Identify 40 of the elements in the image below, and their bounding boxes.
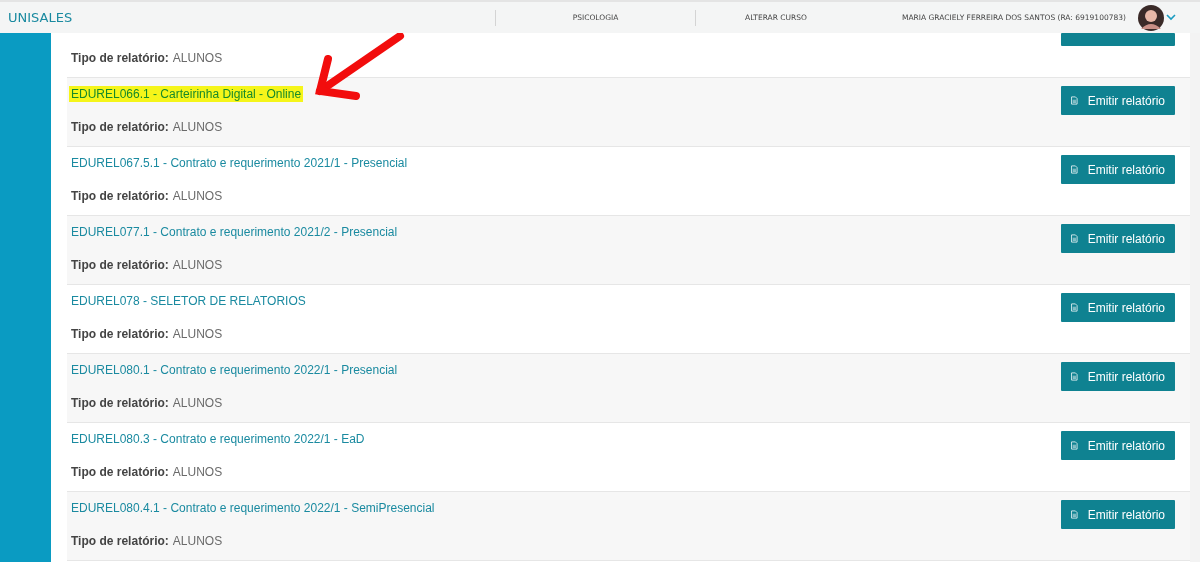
report-title-link[interactable]: EDUREL077.1 - Contrato e requerimento 2021/2 - Presencial (69, 224, 400, 240)
document-icon (1071, 300, 1078, 315)
document-icon (1071, 93, 1078, 108)
report-type-label: Tipo de relatório: (71, 51, 169, 65)
report-type-value: ALUNOS (172, 189, 223, 203)
document-icon (1071, 507, 1078, 522)
emit-report-button[interactable]: Emitir relatório (1061, 431, 1175, 460)
report-type-value: ALUNOS (172, 465, 223, 479)
report-type-label: Tipo de relatório: (71, 534, 169, 548)
report-type-label: Tipo de relatório: (71, 396, 169, 410)
report-type-value: ALUNOS (172, 258, 223, 272)
avatar-icon[interactable] (1137, 4, 1164, 31)
chevron-down-icon[interactable] (1165, 14, 1176, 21)
report-type-value: ALUNOS (172, 396, 223, 410)
report-title-link[interactable]: EDUREL066.1 - Carteirinha Digital - Online (69, 86, 304, 102)
report-type-label: Tipo de relatório: (71, 189, 169, 203)
report-title-link[interactable]: EDUREL080.1 - Contrato e requerimento 2022/1 - Presencial (69, 362, 400, 378)
report-type-label: Tipo de relatório: (71, 465, 169, 479)
report-title-link[interactable]: EDUREL067.5.1 - Contrato e requerimento 2021/1 - Presencial (69, 155, 410, 171)
document-icon (1071, 369, 1078, 384)
document-icon (1071, 231, 1078, 246)
emit-report-button[interactable]: Emitir relatório (1061, 224, 1175, 253)
report-title-link[interactable]: EDUREL078 - SELETOR DE RELATORIOS (69, 293, 308, 309)
report-title-link[interactable]: EDUREL080.3 - Contrato e requerimento 2022/1 - EaD (69, 431, 367, 447)
emit-report-button[interactable]: Emitir relatório (1061, 293, 1175, 322)
report-type-value: ALUNOS (172, 120, 223, 134)
emit-report-button[interactable]: Emitir relatório (1061, 500, 1175, 529)
report-type-value: ALUNOS (172, 327, 223, 341)
emit-report-button[interactable]: Emitir relatório (1061, 155, 1175, 184)
report-type-label: Tipo de relatório: (71, 327, 169, 341)
document-icon (1071, 162, 1078, 177)
brand-logo[interactable]: UNISALES (8, 10, 495, 25)
report-type-label: Tipo de relatório: (71, 120, 169, 134)
emit-report-button[interactable]: Emitir relatório (1061, 86, 1175, 115)
report-type-value: ALUNOS (172, 51, 223, 65)
emit-report-button[interactable]: Emitir relatório (1061, 362, 1175, 391)
document-icon (1071, 438, 1078, 453)
report-type-label: Tipo de relatório: (71, 258, 169, 272)
report-type-value: ALUNOS (172, 534, 223, 548)
report-title-link[interactable]: EDUREL080.4.1 - Contrato e requerimento 2022/1 - SemiPresencial (69, 500, 437, 516)
